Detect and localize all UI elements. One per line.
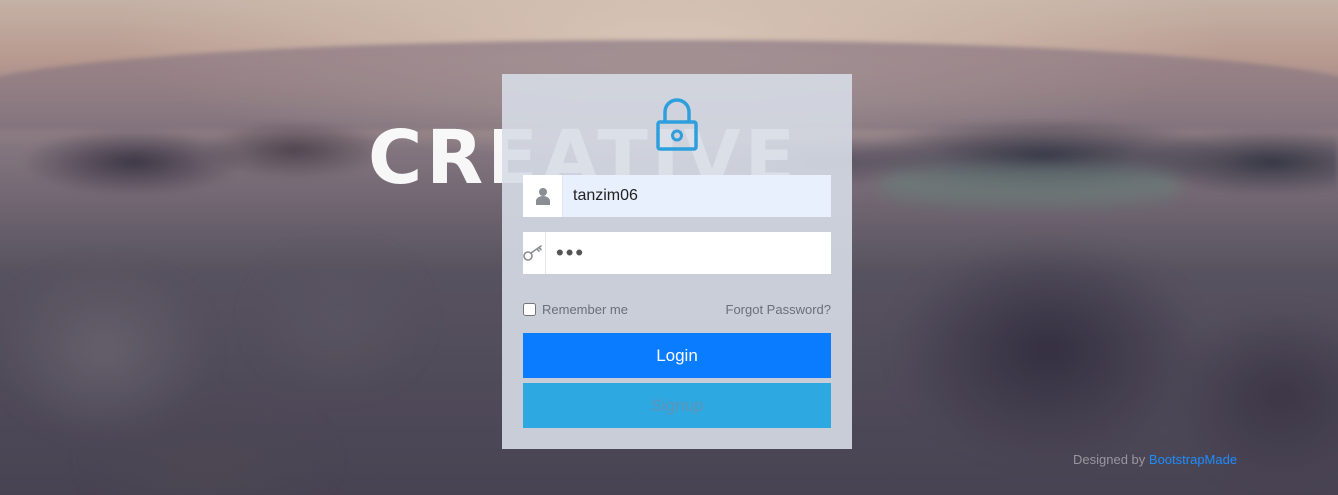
lock-icon bbox=[656, 98, 698, 151]
credit-link[interactable]: BootstrapMade bbox=[1149, 452, 1237, 467]
signup-button[interactable]: Signup bbox=[523, 383, 831, 428]
login-button[interactable]: Login bbox=[523, 333, 831, 378]
username-field-row bbox=[523, 175, 831, 217]
remember-me-checkbox[interactable] bbox=[523, 302, 536, 316]
login-panel: Remember me Forgot Password? Login Signu… bbox=[502, 74, 854, 449]
user-icon bbox=[523, 175, 563, 217]
remember-me[interactable]: Remember me bbox=[523, 302, 628, 317]
login-options: Remember me Forgot Password? bbox=[523, 300, 831, 318]
password-field-row bbox=[523, 232, 854, 274]
forgot-password-link[interactable]: Forgot Password? bbox=[726, 302, 832, 317]
remember-me-label: Remember me bbox=[542, 301, 628, 317]
username-input[interactable] bbox=[563, 175, 831, 217]
footer-credit: Designed by BootstrapMade bbox=[1073, 452, 1237, 467]
password-input[interactable] bbox=[546, 232, 854, 274]
credit-prefix: Designed by bbox=[1073, 452, 1146, 467]
key-icon bbox=[523, 232, 546, 274]
